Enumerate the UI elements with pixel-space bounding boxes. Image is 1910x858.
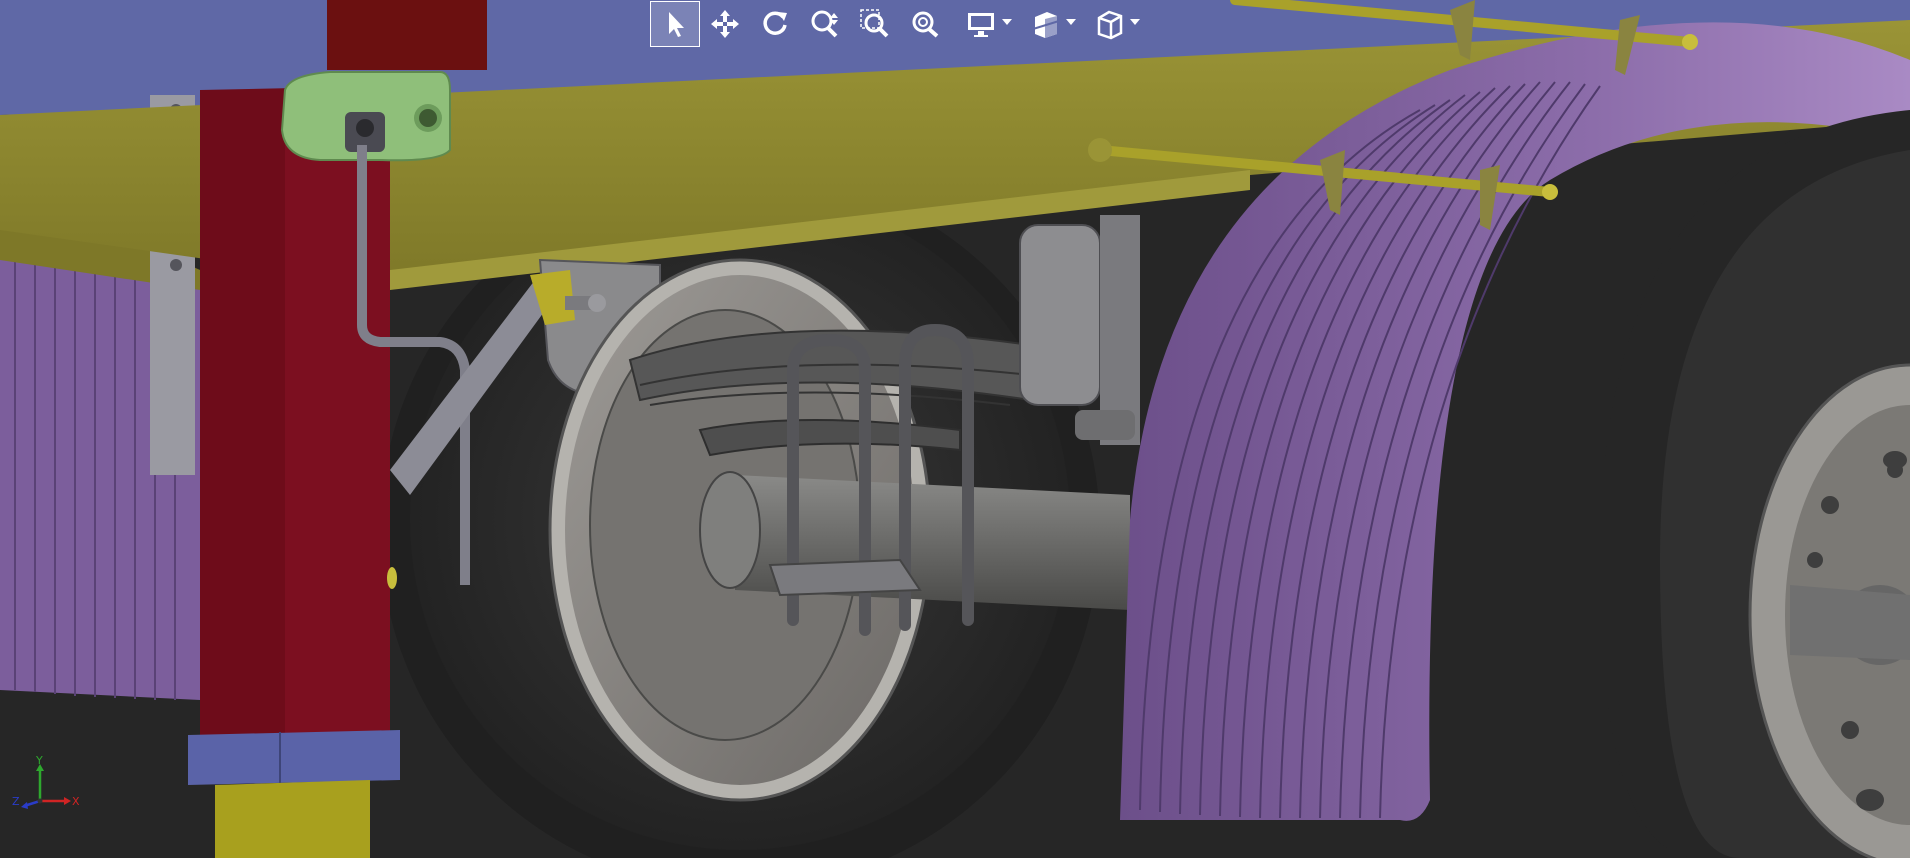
select-tool-button[interactable] [650, 1, 700, 47]
x-axis-arrow-icon [64, 797, 71, 805]
z-axis-label: Z [12, 795, 20, 808]
view-orientation-button[interactable] [1078, 1, 1142, 47]
display-style-button[interactable] [950, 1, 1014, 47]
zoom-to-fit-button[interactable] [900, 1, 950, 47]
coordinate-triad: Y X Z [12, 756, 80, 809]
display-style-dropdown-icon[interactable] [1002, 19, 1012, 25]
select-arrow-icon [669, 12, 684, 37]
view-orientation-dropdown-icon[interactable] [1130, 19, 1140, 25]
zoom-to-area-button[interactable] [850, 1, 900, 47]
triad-origin [37, 798, 43, 804]
post-collar [188, 730, 400, 785]
rotate-icon [763, 11, 787, 35]
zoom-to-area-icon [860, 9, 889, 38]
y-axis-label: Y [35, 756, 43, 767]
graphics-viewport[interactable]: Y X Z [0, 0, 1910, 858]
display-style-icon [968, 13, 994, 37]
pan-tool-button[interactable] [700, 1, 750, 47]
pan-move-icon [711, 10, 739, 38]
zoom-in-out-icon [811, 10, 838, 38]
u-bolt-plate [768, 558, 922, 597]
post-foot [215, 780, 370, 858]
post-fitting [387, 567, 397, 589]
z-axis-arrow-icon [21, 802, 28, 809]
section-view-icon [1032, 12, 1060, 38]
zoom-in-out-button[interactable] [800, 1, 850, 47]
section-view-dropdown-icon[interactable] [1066, 19, 1076, 25]
section-view-button[interactable] [1014, 1, 1078, 47]
zoom-to-fit-icon [912, 11, 939, 38]
upper-red-block [327, 0, 487, 70]
view-toolbar [650, 0, 1142, 48]
rotate-tool-button[interactable] [750, 1, 800, 47]
x-axis-label: X [72, 795, 80, 808]
view-orientation-cube-icon [1097, 10, 1123, 40]
cad-model-scene[interactable] [0, 0, 1910, 858]
